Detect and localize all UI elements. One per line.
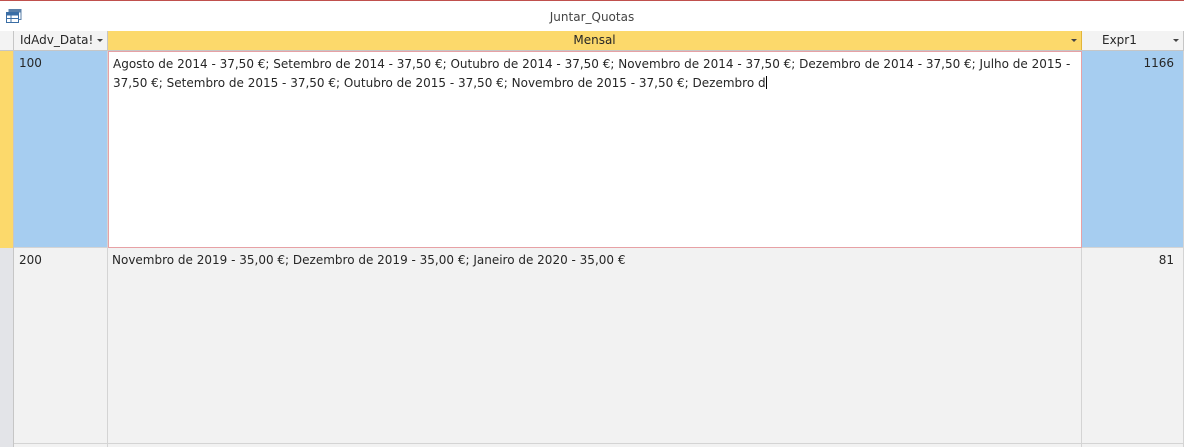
row-selector[interactable] bbox=[0, 248, 14, 444]
column-header-label: IdAdv_Data! bbox=[20, 33, 94, 47]
dropdown-arrow-icon[interactable] bbox=[1173, 39, 1179, 42]
table-row: 200 Novembro de 2019 - 35,00 €; Dezembro… bbox=[0, 248, 1184, 444]
row-selector[interactable] bbox=[0, 51, 14, 248]
window-title: Juntar_Quotas bbox=[549, 10, 635, 24]
cell-value: Novembro de 2019 - 35,00 €; Dezembro de … bbox=[112, 253, 626, 267]
title-bar: Juntar_Quotas bbox=[0, 0, 1184, 31]
cell-idadv[interactable]: 100 bbox=[14, 51, 108, 248]
select-all-corner[interactable] bbox=[0, 31, 14, 50]
cell-mensal[interactable]: Novembro de 2019 - 35,00 €; Dezembro de … bbox=[108, 248, 1082, 444]
text-cursor bbox=[765, 76, 767, 89]
column-header-mensal[interactable]: Mensal bbox=[108, 31, 1082, 50]
table-row: 100 Agosto de 2014 - 37,50 €; Setembro d… bbox=[0, 51, 1184, 248]
cell-value: Agosto de 2014 - 37,50 €; Setembro de 20… bbox=[113, 57, 1071, 90]
cell-text-editor[interactable]: Agosto de 2014 - 37,50 €; Setembro de 20… bbox=[113, 55, 1077, 93]
column-header-label: Expr1 bbox=[1102, 33, 1137, 47]
cell-idadv[interactable]: 200 bbox=[14, 248, 108, 444]
dropdown-arrow-icon[interactable] bbox=[1071, 39, 1077, 42]
cell-value: 100 bbox=[19, 56, 42, 70]
column-header-row: IdAdv_Data! Mensal Expr1 bbox=[0, 31, 1184, 51]
dropdown-arrow-icon[interactable] bbox=[97, 39, 103, 42]
column-header-label: Mensal bbox=[573, 33, 616, 47]
cell-expr1[interactable]: 81 bbox=[1082, 248, 1184, 444]
cell-value: 200 bbox=[19, 253, 42, 267]
cell-mensal-editing[interactable]: Agosto de 2014 - 37,50 €; Setembro de 20… bbox=[108, 51, 1082, 248]
cell-value: 1166 bbox=[1143, 56, 1174, 70]
cell-value: 81 bbox=[1158, 253, 1174, 267]
column-header-expr1[interactable]: Expr1 bbox=[1082, 31, 1184, 50]
column-header-idadv[interactable]: IdAdv_Data! bbox=[14, 31, 108, 50]
cell-expr1[interactable]: 1166 bbox=[1082, 51, 1184, 248]
